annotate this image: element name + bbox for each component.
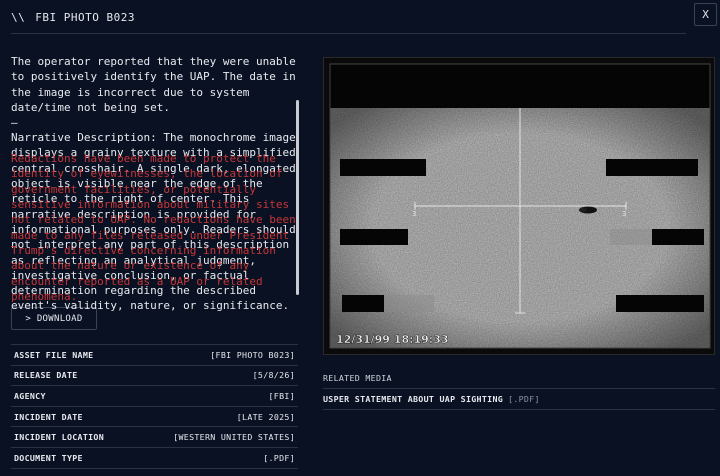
metadata-row-agency: AGENCY [FBI]	[11, 386, 298, 407]
fbi-photo-viewer: 3 3 12/31/99 18:19:33	[323, 57, 715, 355]
metadata-row-incident-location: INCIDENT LOCATION [WESTERN UNITED STATES…	[11, 427, 298, 448]
section-dash: –	[11, 116, 18, 130]
redaction-box	[342, 295, 384, 312]
metadata-value: [FBI]	[268, 390, 295, 401]
redaction-box	[616, 295, 704, 312]
photo-timestamp: 12/31/99 18:19:33	[336, 333, 449, 346]
related-media-item-name: USPER STATEMENT ABOUT UAP SIGHTING	[323, 394, 504, 404]
metadata-key: INCIDENT LOCATION	[14, 432, 105, 443]
narrative-block: Narrative Description: The monochrome im…	[11, 130, 296, 314]
metadata-key: INCIDENT DATE	[14, 411, 83, 422]
redaction-box	[340, 159, 426, 176]
metadata-row-incident-date: INCIDENT DATE [LATE 2025]	[11, 407, 298, 428]
redaction-bar-top	[330, 64, 710, 108]
redaction-box	[340, 229, 408, 245]
related-media-heading: RELATED MEDIA	[323, 368, 715, 389]
reticle-left-label: 3	[412, 210, 416, 218]
blurred-region	[384, 295, 434, 312]
metadata-row-release-date: RELEASE DATE [5/8/26]	[11, 366, 298, 387]
metadata-key: RELEASE DATE	[14, 370, 78, 381]
metadata-value: [WESTERN UNITED STATES]	[173, 432, 295, 443]
metadata-row-document-type: DOCUMENT TYPE [.PDF]	[11, 448, 298, 469]
metadata-table: ASSET FILE NAME [FBI PHOTO B023] RELEASE…	[11, 344, 298, 469]
close-button[interactable]: X	[694, 3, 717, 26]
metadata-value: [LATE 2025]	[236, 411, 295, 422]
blurred-region	[610, 229, 652, 245]
redaction-box	[606, 159, 698, 176]
reticle-right-label: 3	[622, 210, 626, 218]
metadata-key: AGENCY	[14, 390, 46, 401]
uap-object-blur	[579, 208, 587, 212]
page-title: FBI PHOTO B023	[35, 11, 135, 24]
operator-report-text: The operator reported that they were una…	[11, 55, 296, 114]
metadata-key: DOCUMENT TYPE	[14, 452, 83, 463]
redaction-box	[652, 229, 704, 245]
related-media-item-type: [.PDF]	[508, 394, 540, 404]
redaction-notice-text: Redactions have been made to protect the…	[11, 152, 296, 303]
page-header: \\ FBI PHOTO B023	[11, 11, 135, 24]
metadata-value: [FBI PHOTO B023]	[210, 349, 295, 360]
close-icon: X	[702, 8, 709, 21]
metadata-row-asset-file-name: ASSET FILE NAME [FBI PHOTO B023]	[11, 345, 298, 366]
related-media-item[interactable]: USPER STATEMENT ABOUT UAP SIGHTING [.PDF…	[323, 389, 715, 410]
uap-photo: 3 3 12/31/99 18:19:33	[329, 63, 711, 349]
description-panel: The operator reported that they were una…	[11, 54, 296, 314]
metadata-value: [.PDF]	[263, 452, 295, 463]
metadata-key: ASSET FILE NAME	[14, 349, 94, 360]
metadata-value: [5/8/26]	[252, 370, 295, 381]
header-divider	[11, 33, 686, 34]
header-slashes: \\	[11, 11, 26, 24]
